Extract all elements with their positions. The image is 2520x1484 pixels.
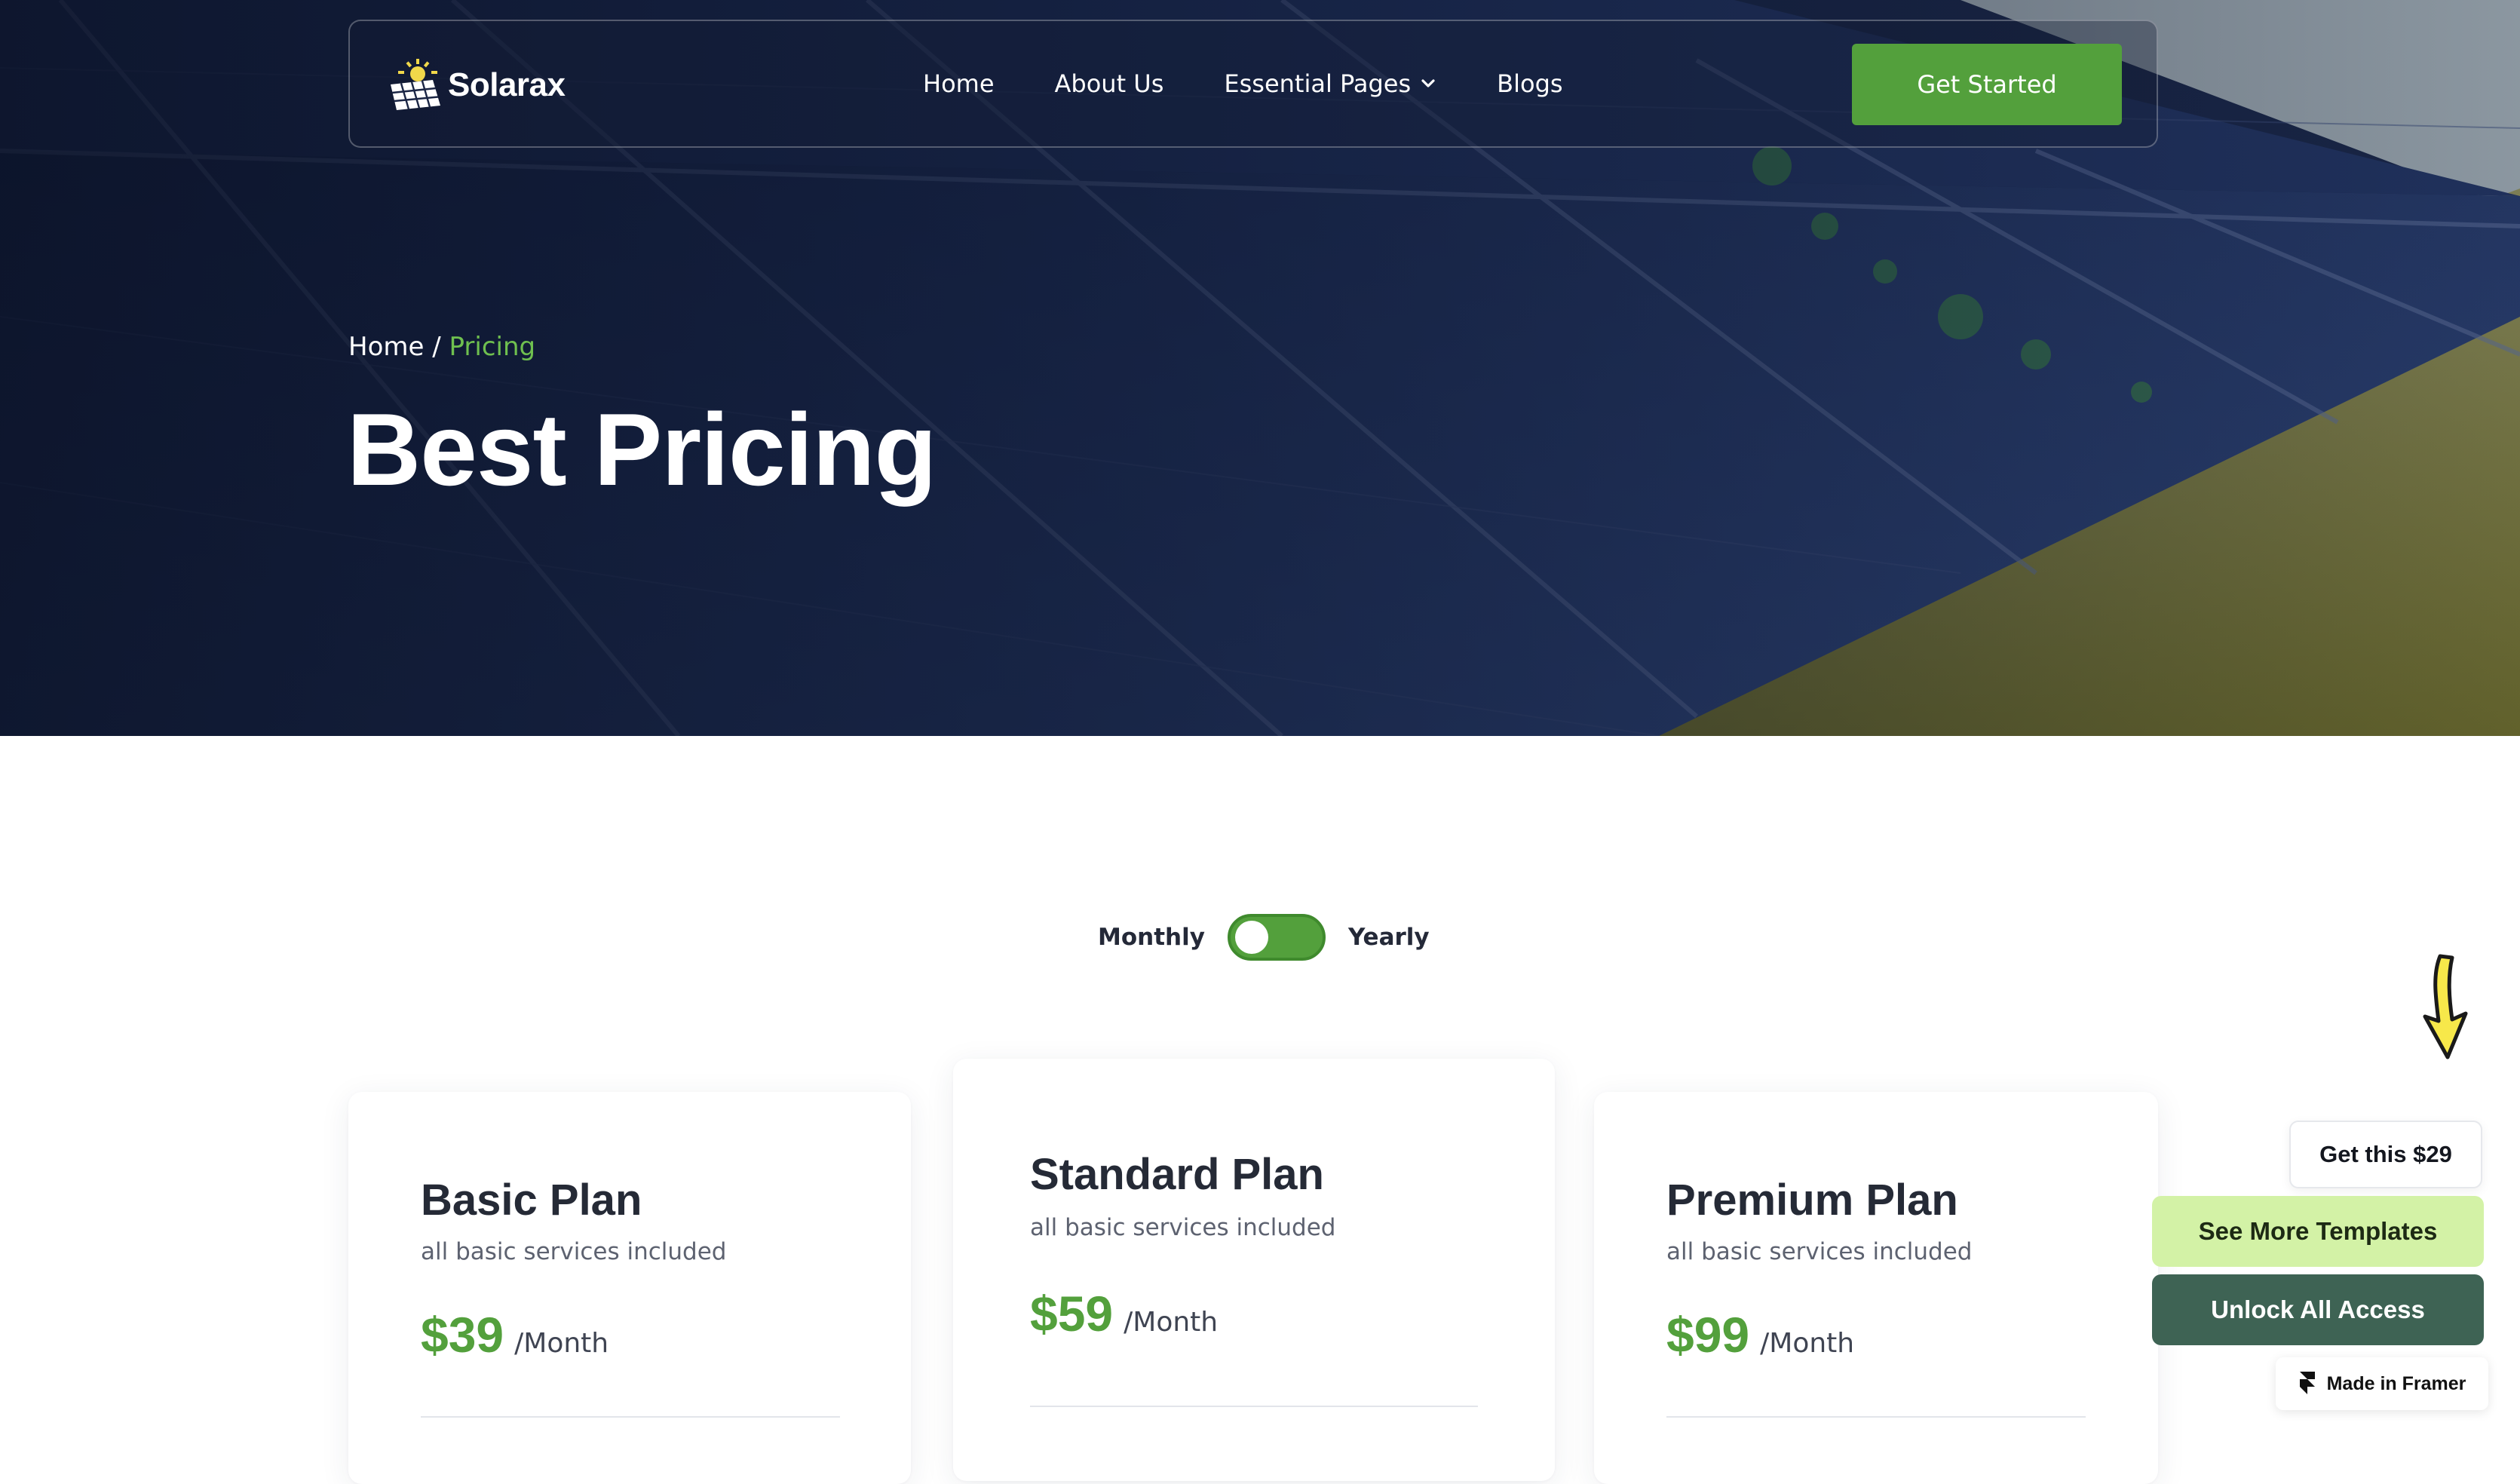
get-this-template-button[interactable]: Get this $29 xyxy=(2289,1121,2482,1188)
unlock-all-access-button[interactable]: Unlock All Access xyxy=(2152,1274,2484,1345)
plan-name: Basic Plan xyxy=(421,1176,642,1225)
chevron-down-icon xyxy=(1421,79,1435,87)
made-in-framer-label: Made in Framer xyxy=(2326,1372,2466,1394)
nav-link-about[interactable]: About Us xyxy=(1055,69,1164,98)
card-divider xyxy=(1030,1406,1478,1407)
pricing-card-basic: Basic Plan all basic services included $… xyxy=(348,1092,911,1484)
nav-link-home[interactable]: Home xyxy=(923,69,995,98)
see-more-templates-button[interactable]: See More Templates xyxy=(2152,1196,2484,1267)
price-period: /Month xyxy=(1124,1307,1219,1338)
price-amount: $39 xyxy=(421,1307,504,1363)
price-amount: $59 xyxy=(1030,1286,1114,1341)
price-amount: $99 xyxy=(1666,1307,1750,1363)
page-title: Best Pricing xyxy=(347,392,937,507)
plan-description: all basic services included xyxy=(1030,1214,1336,1241)
framer-logo-icon xyxy=(2299,1372,2315,1394)
navbar: Solarax Home About Us Essential Pages Bl… xyxy=(348,20,2158,148)
price-period: /Month xyxy=(1760,1328,1855,1359)
billing-switch[interactable] xyxy=(1227,914,1326,961)
price-period: /Month xyxy=(514,1328,609,1359)
nav-link-essential-pages-label: Essential Pages xyxy=(1224,69,1412,98)
breadcrumb-separator: / xyxy=(432,332,441,362)
billing-toggle: Monthly Yearly xyxy=(1098,914,1430,961)
arrow-down-icon xyxy=(2423,954,2468,1059)
pricing-card-premium: Premium Plan all basic services included… xyxy=(1594,1092,2158,1484)
nav-link-essential-pages[interactable]: Essential Pages xyxy=(1224,69,1436,98)
plan-price: $59 /Month xyxy=(1030,1285,1218,1342)
yearly-label[interactable]: Yearly xyxy=(1348,924,1430,951)
nav-link-blogs[interactable]: Blogs xyxy=(1497,69,1562,98)
pricing-card-standard: Standard Plan all basic services include… xyxy=(953,1059,1555,1481)
get-started-button[interactable]: Get Started xyxy=(1852,44,2122,125)
plan-name: Standard Plan xyxy=(1030,1150,1324,1199)
nav-links: Home About Us Essential Pages Blogs xyxy=(923,69,1623,98)
switch-knob xyxy=(1234,921,1268,954)
plan-price: $39 /Month xyxy=(421,1306,609,1363)
card-divider xyxy=(421,1416,840,1418)
made-in-framer-badge[interactable]: Made in Framer xyxy=(2276,1357,2488,1410)
card-divider xyxy=(1666,1416,2086,1418)
monthly-label[interactable]: Monthly xyxy=(1098,924,1205,951)
brand-logo[interactable]: Solarax xyxy=(386,59,566,112)
plan-description: all basic services included xyxy=(1666,1238,1973,1265)
plan-name: Premium Plan xyxy=(1666,1176,1958,1225)
hero-section: Solarax Home About Us Essential Pages Bl… xyxy=(0,0,2520,736)
breadcrumb: Home / Pricing xyxy=(348,332,535,362)
plan-price: $99 /Month xyxy=(1666,1306,1854,1363)
solar-panel-logo-icon xyxy=(391,59,440,110)
breadcrumb-current: Pricing xyxy=(449,332,536,362)
breadcrumb-home[interactable]: Home xyxy=(348,332,424,362)
plan-description: all basic services included xyxy=(421,1238,727,1265)
brand-name: Solarax xyxy=(448,66,566,103)
